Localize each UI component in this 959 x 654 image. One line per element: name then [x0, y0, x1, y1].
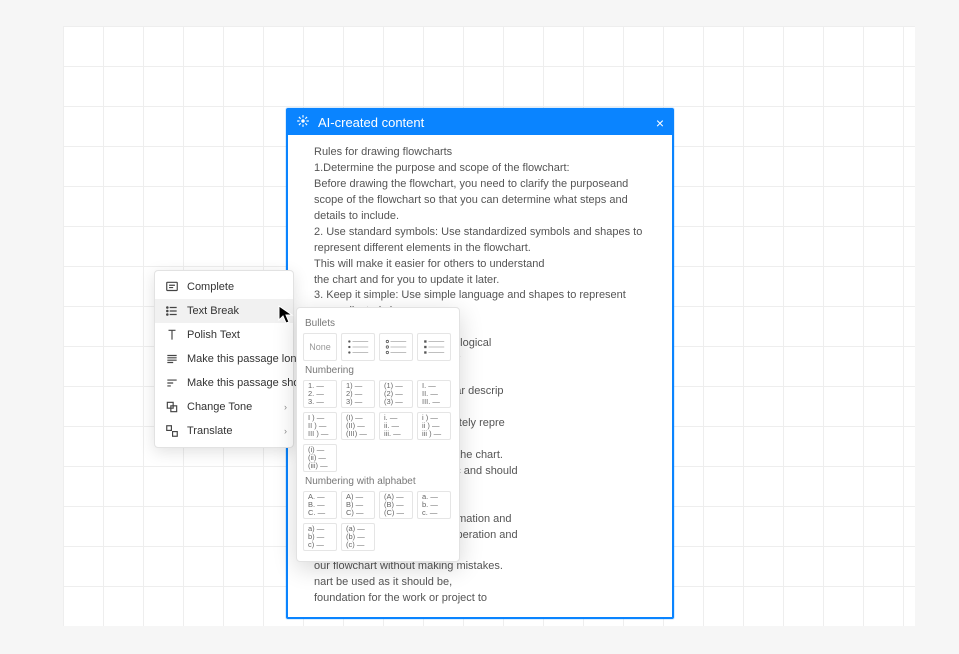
panel-title: AI-created content [318, 115, 424, 130]
numbering-option-1-0[interactable]: I ) —II ) —III ) — [303, 412, 337, 440]
menu-item-label: Text Break [187, 305, 239, 317]
numbering-option-1-3[interactable]: i ) —ii ) —iii ) — [417, 412, 451, 440]
ai-context-menu: Complete Text Break › Polish Text Make t… [154, 270, 294, 448]
numbering-alpha-section-title: Numbering with alphabet [305, 476, 451, 487]
bullet-option-circle[interactable] [379, 333, 413, 361]
numbering-alpha-option-0-0[interactable]: A. —B. —C. — [303, 491, 337, 519]
menu-item-text-break[interactable]: Text Break › [155, 299, 293, 323]
bullets-section-title: Bullets [305, 318, 451, 329]
chevron-right-icon: › [284, 426, 287, 436]
menu-item-change-tone[interactable]: Change Tone › [155, 395, 293, 419]
panel-header: AI-created content × [288, 110, 672, 135]
numbering-option-0-0[interactable]: 1. —2. —3. — [303, 380, 337, 408]
menu-item-make-shorter[interactable]: Make this passage shorter [155, 371, 293, 395]
numbering-alpha-option-1-0[interactable]: a) —b) —c) — [303, 523, 337, 551]
bullet-option-square[interactable] [417, 333, 451, 361]
list-icon [165, 304, 179, 318]
numbering-alpha-option-0-1[interactable]: A) —B) —C) — [341, 491, 375, 519]
shorter-icon [165, 376, 179, 390]
numbering-option-0-3[interactable]: I. —II. —III. — [417, 380, 451, 408]
text-break-submenu: Bullets None Numbering 1. —2. —3. —1) —2… [296, 307, 460, 562]
translate-icon [165, 424, 179, 438]
numbering-alpha-option-0-3[interactable]: a. —b. —c. — [417, 491, 451, 519]
mouse-cursor-icon [278, 305, 294, 325]
numbering-option-0-1[interactable]: 1) —2) —3) — [341, 380, 375, 408]
numbering-section-title: Numbering [305, 365, 451, 376]
tone-icon [165, 400, 179, 414]
numbering-alpha-option-0-2[interactable]: (A) —(B) —(C) — [379, 491, 413, 519]
menu-item-complete[interactable]: Complete [155, 275, 293, 299]
menu-item-label: Complete [187, 281, 234, 293]
numbering-option-0-2[interactable]: (1) —(2) —(3) — [379, 380, 413, 408]
menu-item-polish-text[interactable]: Polish Text [155, 323, 293, 347]
menu-item-label: Polish Text [187, 329, 240, 341]
sparkle-move-icon [296, 114, 310, 131]
numbering-alpha-option-1-1[interactable]: (a) —(b) —(c) — [341, 523, 375, 551]
close-icon[interactable]: × [656, 116, 664, 130]
menu-item-label: Translate [187, 425, 232, 437]
numbering-option-1-2[interactable]: i. —ii. —iii. — [379, 412, 413, 440]
bullet-option-none[interactable]: None [303, 333, 337, 361]
bullet-option-disc[interactable] [341, 333, 375, 361]
menu-item-make-longer[interactable]: Make this passage longer [155, 347, 293, 371]
complete-icon [165, 280, 179, 294]
menu-item-label: Make this passage longer [187, 353, 312, 365]
numbering-option-1-1[interactable]: (I) —(II) —(III) — [341, 412, 375, 440]
text-icon [165, 328, 179, 342]
numbering-option-2-0[interactable]: (i) —(ii) —(iii) — [303, 444, 337, 472]
longer-icon [165, 352, 179, 366]
menu-item-translate[interactable]: Translate › [155, 419, 293, 443]
menu-item-label: Change Tone [187, 401, 252, 413]
chevron-right-icon: › [284, 402, 287, 412]
